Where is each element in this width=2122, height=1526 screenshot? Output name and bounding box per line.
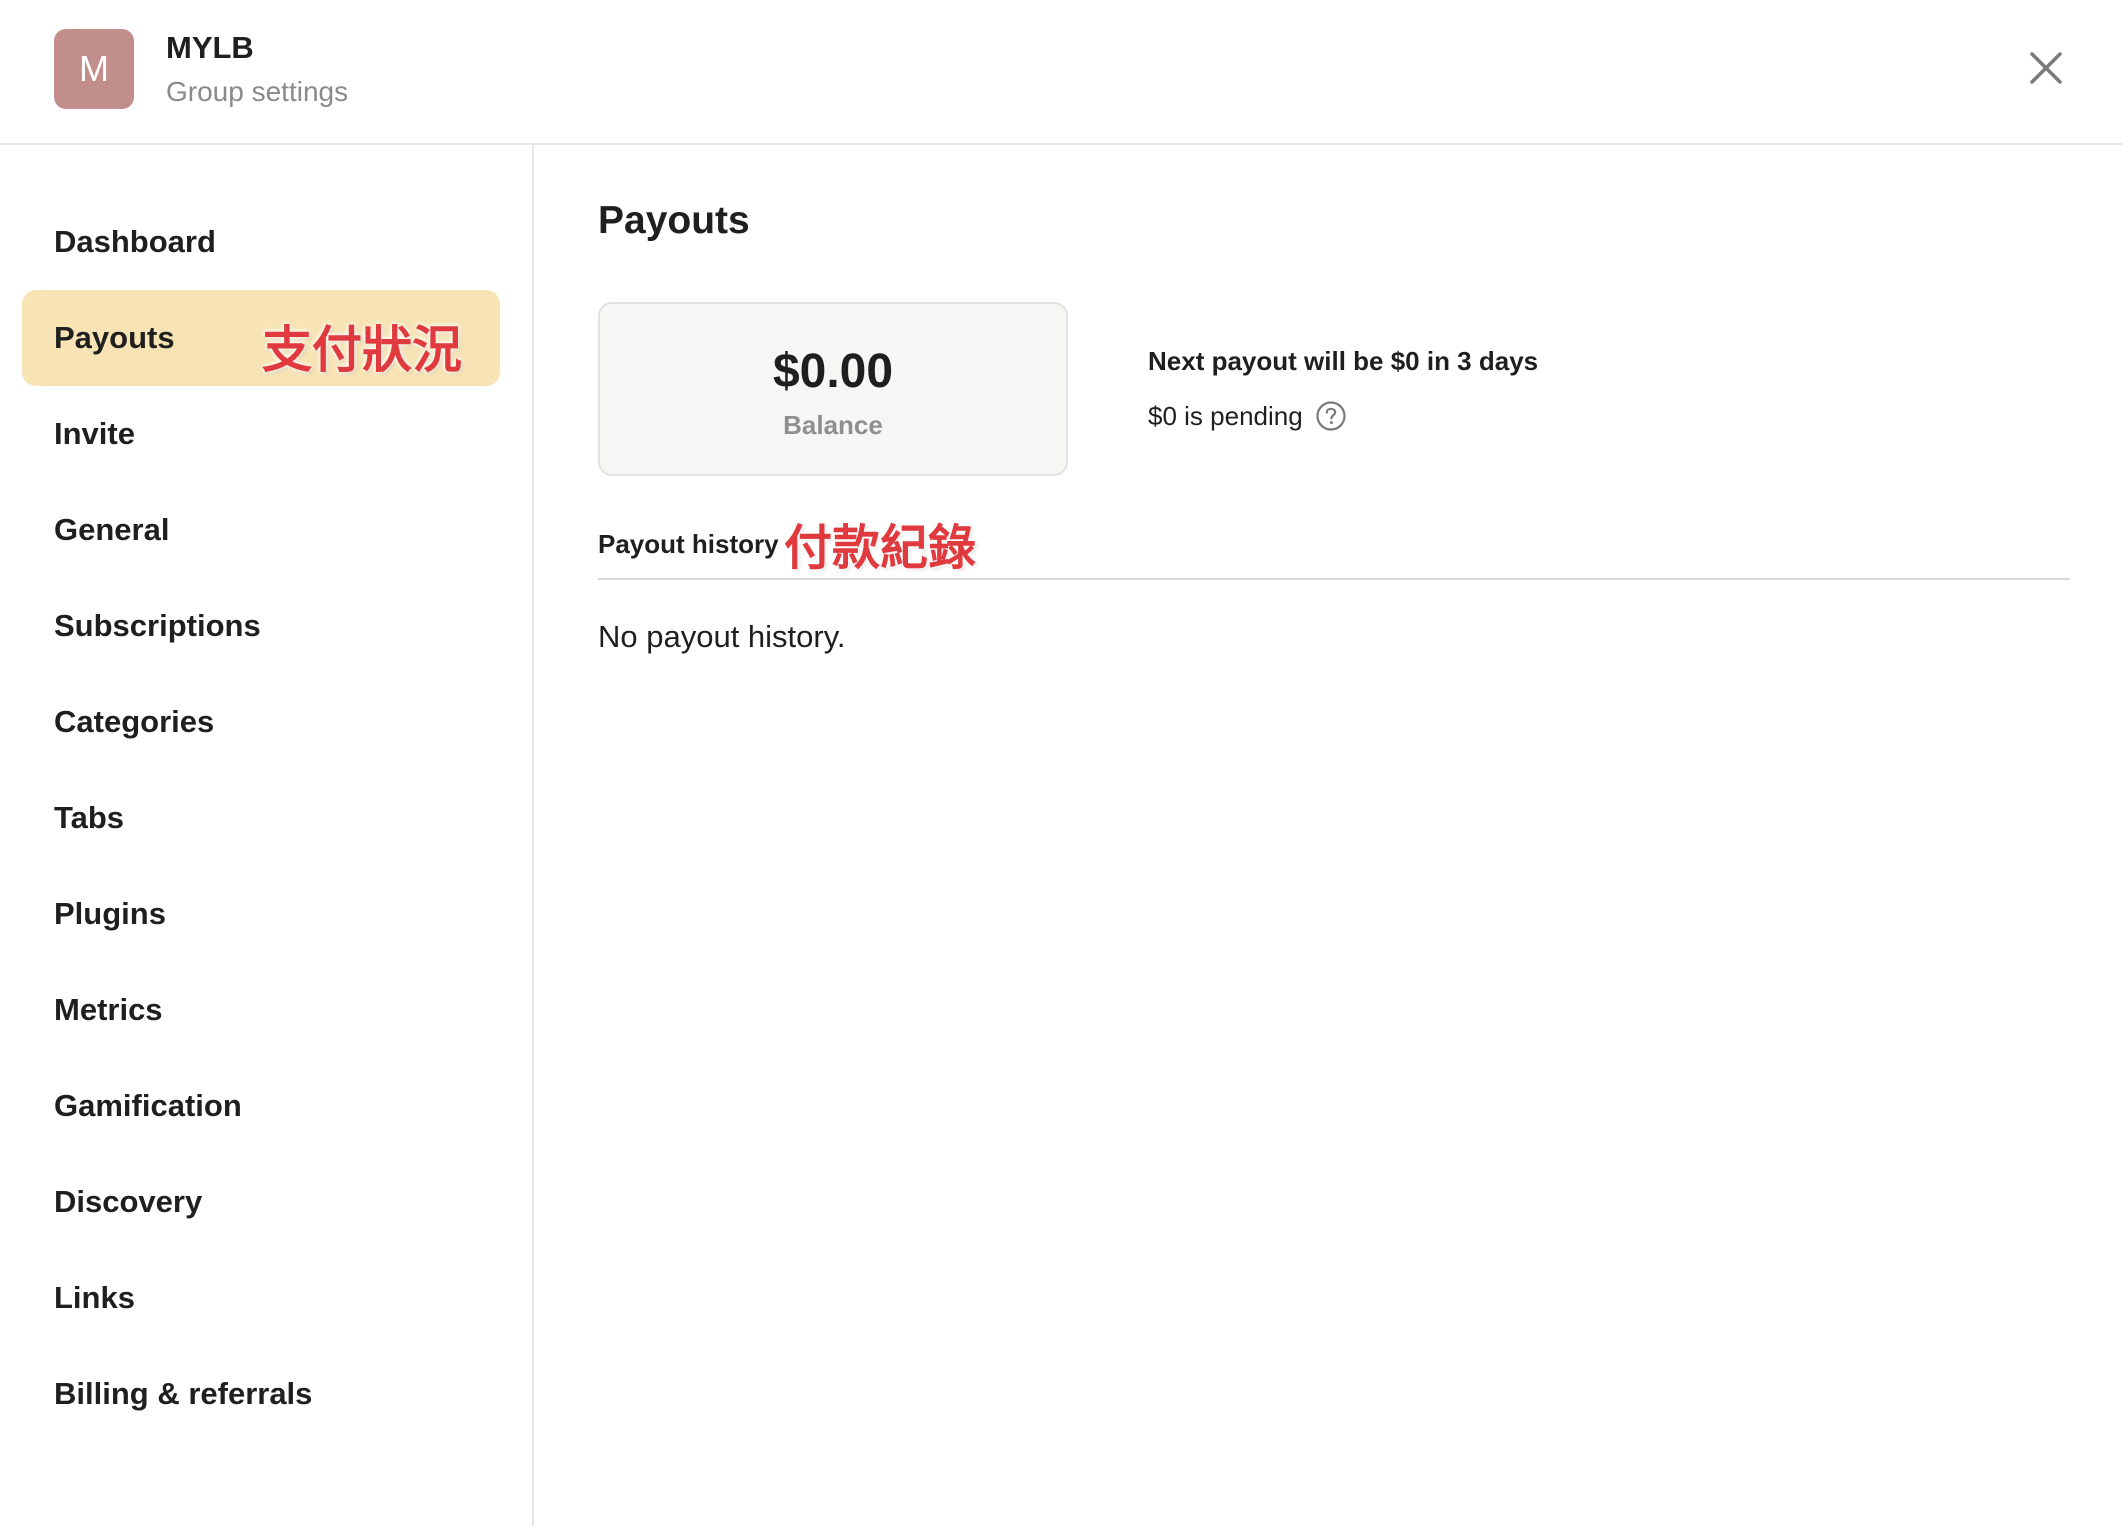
payout-history-header: Payout history 付款紀錄 — [598, 512, 2070, 580]
sidebar-item-label: Plugins — [54, 896, 166, 931]
next-payout-text: Next payout will be $0 in 3 days — [1148, 346, 1539, 376]
balance-label: Balance — [783, 410, 883, 440]
sidebar-item-metrics[interactable]: Metrics — [22, 962, 500, 1058]
sidebar-item-label: Links — [54, 1280, 135, 1315]
pending-text: $0 is pending — [1148, 400, 1303, 431]
sidebar-item-label: General — [54, 512, 170, 547]
payout-history-label: Payout history — [598, 529, 779, 559]
group-name: MYLB — [166, 30, 254, 65]
balance-amount: $0.00 — [772, 345, 894, 398]
sidebar-item-label: Dashboard — [54, 224, 216, 259]
sidebar-item-links[interactable]: Links — [22, 1250, 500, 1346]
sidebar-item-general[interactable]: General — [22, 482, 500, 578]
sidebar-item-plugins[interactable]: Plugins — [22, 866, 500, 962]
sidebar-item-label: Discovery — [54, 1184, 203, 1219]
pending-row: $0 is pending — [1148, 400, 1347, 432]
sidebar-item-invite[interactable]: Invite — [22, 386, 500, 482]
sidebar-item-billing-referrals[interactable]: Billing & referrals — [22, 1346, 500, 1442]
avatar-letter: M — [79, 48, 109, 89]
balance-card: $0.00 Balance — [598, 302, 1068, 476]
close-icon — [2030, 52, 2062, 84]
page-title: Payouts — [598, 199, 750, 242]
sidebar-item-label: Subscriptions — [54, 608, 261, 643]
payout-history-annotation: 付款紀錄 — [784, 520, 977, 576]
payouts-annotation: 支付狀況 — [262, 321, 462, 379]
empty-history-message: No payout history. — [598, 619, 846, 654]
sidebar-item-label: Invite — [54, 416, 135, 451]
sidebar-item-gamification[interactable]: Gamification — [22, 1058, 500, 1154]
page-subtitle: Group settings — [166, 76, 349, 107]
sidebar-item-tabs[interactable]: Tabs — [22, 770, 500, 866]
sidebar-item-label: Gamification — [54, 1088, 242, 1123]
sidebar-item-subscriptions[interactable]: Subscriptions — [22, 578, 500, 674]
question-circle-icon[interactable] — [1315, 400, 1347, 432]
sidebar-item-label: Categories — [54, 704, 215, 739]
sidebar-item-label: Payouts — [54, 320, 175, 355]
sidebar-item-label: Metrics — [54, 992, 163, 1027]
sidebar-item-discovery[interactable]: Discovery — [22, 1154, 500, 1250]
sidebar-item-label: Tabs — [54, 800, 125, 835]
sidebar-item-dashboard[interactable]: Dashboard — [22, 194, 500, 290]
header: M MYLB Group settings — [0, 0, 2122, 145]
close-button[interactable] — [2024, 46, 2068, 90]
avatar: M — [54, 29, 134, 109]
sidebar-item-label: Billing & referrals — [54, 1376, 313, 1411]
sidebar-item-categories[interactable]: Categories — [22, 674, 500, 770]
